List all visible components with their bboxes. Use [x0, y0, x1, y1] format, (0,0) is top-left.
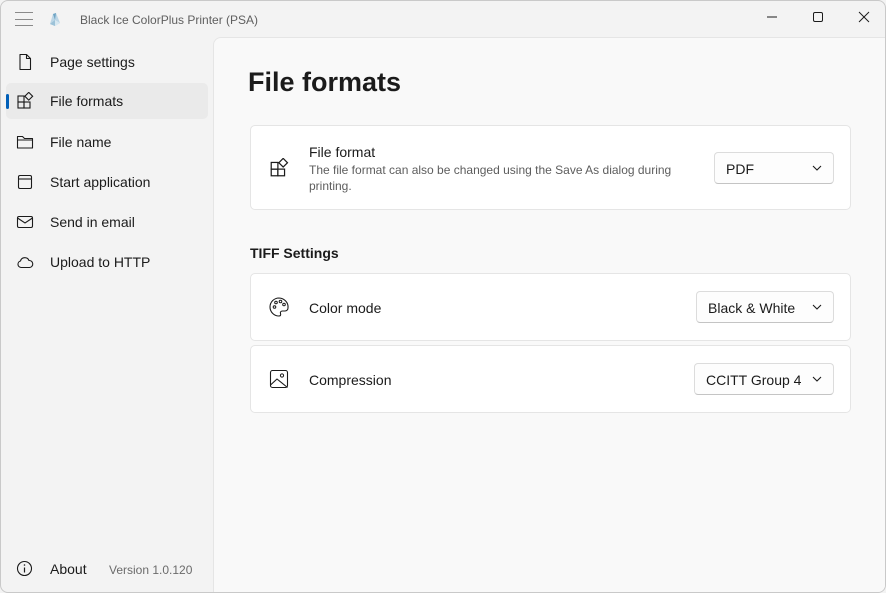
printer-app-icon [50, 13, 60, 26]
tiff-settings-header: TIFF Settings [250, 245, 339, 261]
sidebar-item-label: File formats [50, 93, 124, 109]
maximize-button[interactable] [795, 1, 841, 33]
file-format-card: File format The file format can also be … [250, 125, 851, 210]
compression-title: Compression [309, 372, 392, 388]
compression-dropdown[interactable]: CCITT Group 4 [694, 363, 834, 395]
page-icon [16, 53, 34, 71]
sidebar-item-file-name[interactable]: File name [6, 124, 208, 160]
hamburger-icon[interactable] [15, 12, 33, 26]
minimize-button[interactable] [749, 1, 795, 33]
color-mode-value: Black & White [708, 300, 796, 316]
sidebar-item-upload-to-http[interactable]: Upload to HTTP [6, 244, 208, 280]
grid-icon [16, 92, 34, 110]
sidebar-item-file-formats[interactable]: File formats [6, 83, 208, 119]
image-icon [268, 368, 290, 390]
chevron-down-icon [812, 376, 822, 382]
color-mode-dropdown[interactable]: Black & White [696, 291, 834, 323]
compression-card: Compression CCITT Group 4 [250, 345, 851, 413]
sidebar-item-page-settings[interactable]: Page settings [6, 44, 208, 80]
sidebar-item-label: File name [50, 134, 112, 150]
sidebar-nav: Page settings File formats File name Sta… [1, 37, 213, 592]
info-icon [16, 560, 34, 578]
grid-icon [268, 157, 290, 179]
file-format-value: PDF [726, 161, 754, 177]
palette-icon [268, 296, 290, 318]
maximize-icon [813, 12, 823, 22]
about-link[interactable]: About [50, 561, 87, 577]
compression-value: CCITT Group 4 [706, 372, 802, 388]
about-row: About Version 1.0.120 [6, 551, 208, 587]
close-button[interactable] [841, 1, 885, 33]
app-title: Black Ice ColorPlus Printer (PSA) [80, 13, 259, 27]
version-label: Version 1.0.120 [109, 563, 193, 577]
chevron-down-icon [812, 304, 822, 310]
color-mode-title: Color mode [309, 300, 382, 316]
file-format-dropdown[interactable]: PDF [714, 152, 834, 184]
cloud-icon [16, 253, 34, 271]
file-format-title: File format [309, 144, 376, 160]
title-bar: Black Ice ColorPlus Printer (PSA) [1, 1, 885, 37]
folder-icon [16, 133, 34, 151]
sidebar-item-label: Send in email [50, 214, 135, 230]
close-icon [858, 11, 870, 23]
chevron-down-icon [812, 165, 822, 171]
main-content: File formats File format The file format… [213, 37, 885, 592]
sidebar-item-send-in-email[interactable]: Send in email [6, 204, 208, 240]
sidebar-item-label: Page settings [50, 54, 135, 70]
sidebar-item-label: Upload to HTTP [50, 254, 151, 270]
selection-indicator [6, 94, 9, 109]
file-format-description: The file format can also be changed usin… [309, 163, 672, 193]
minimize-icon [767, 16, 777, 18]
app-window: Black Ice ColorPlus Printer (PSA) Page s… [0, 0, 886, 593]
color-mode-card: Color mode Black & White [250, 273, 851, 341]
sidebar-item-start-application[interactable]: Start application [6, 164, 208, 200]
app-window-icon [16, 173, 34, 191]
sidebar-item-label: Start application [50, 174, 151, 190]
page-title: File formats [248, 67, 402, 97]
mail-icon [16, 213, 34, 231]
